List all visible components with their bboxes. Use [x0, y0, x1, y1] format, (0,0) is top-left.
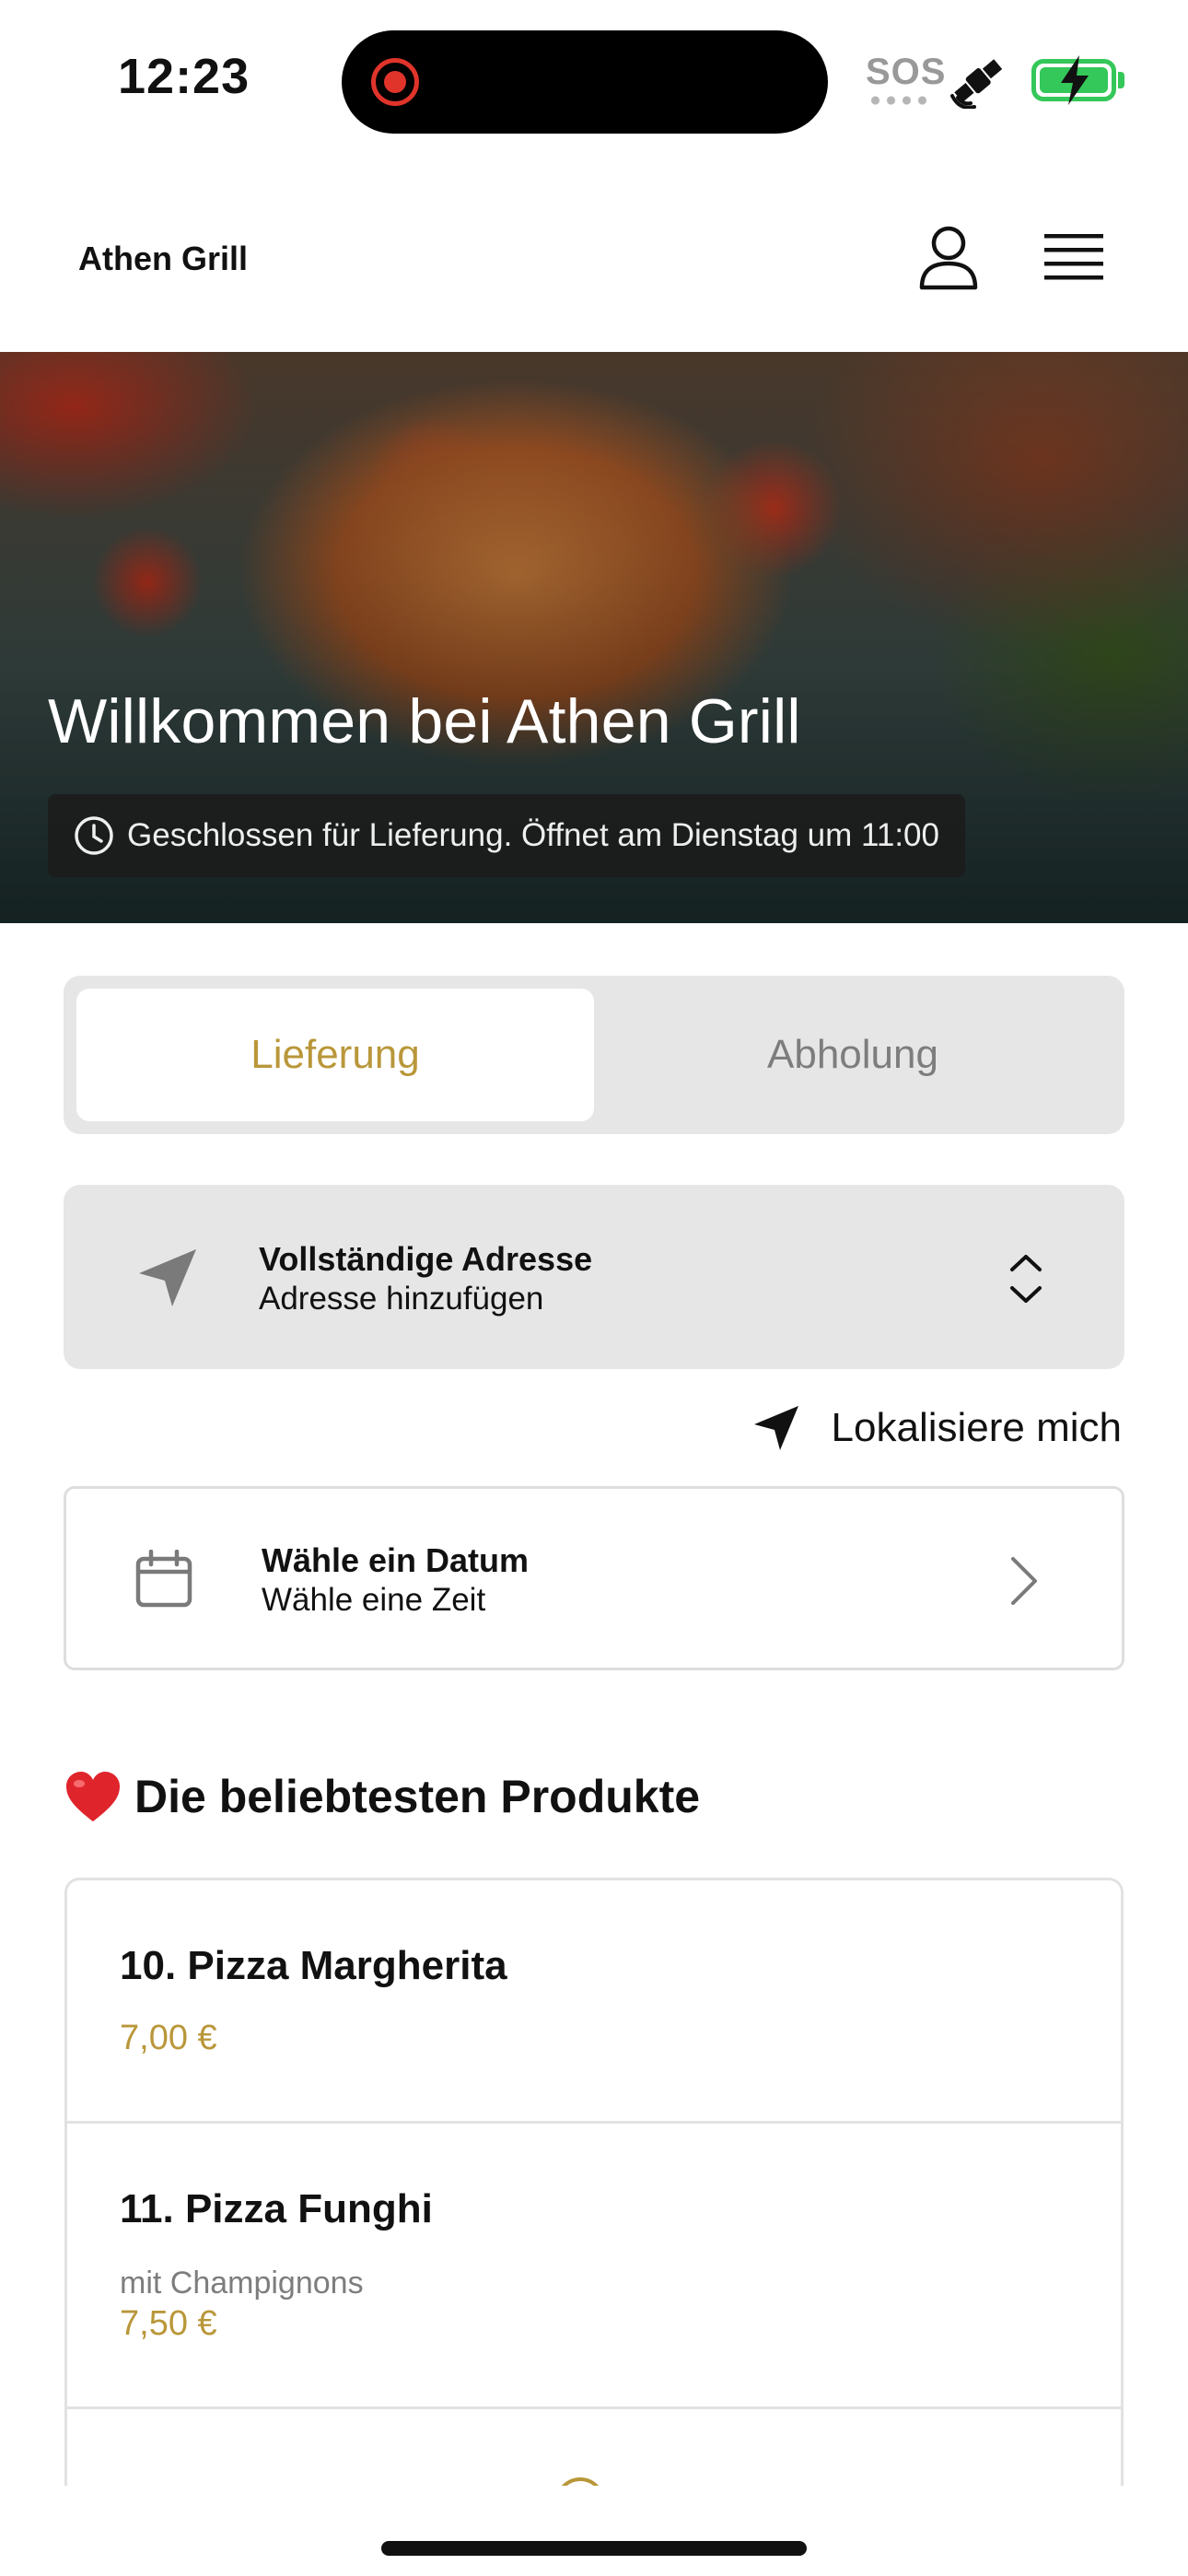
product-name: 10. Pizza Margherita: [120, 1943, 507, 1988]
order-mode-toggle: Lieferung Abholung: [64, 976, 1124, 1134]
sos-label: SOS: [866, 52, 947, 92]
dynamic-island: [342, 30, 828, 134]
menu-icon[interactable]: [1041, 230, 1107, 286]
tab-pickup[interactable]: Abholung: [594, 989, 1112, 1121]
battery-tip: [1118, 72, 1124, 88]
loading-spinner-icon: [555, 2477, 605, 2486]
screen-recording-icon: [371, 58, 419, 106]
date-time-selector[interactable]: Wähle ein Datum Wähle eine Zeit: [64, 1486, 1124, 1670]
address-title: Vollständige Adresse: [259, 1240, 593, 1278]
opening-status-badge: Geschlossen für Lieferung. Öffnet am Die…: [48, 794, 965, 877]
charging-bolt-icon: [1061, 55, 1089, 105]
clock-icon: [75, 816, 113, 855]
user-icon[interactable]: [916, 225, 981, 291]
product-card[interactable]: 11. Pizza Funghi mit Champignons 7,50 €: [67, 2124, 1121, 2409]
locate-me-button[interactable]: Lokalisiere mich: [752, 1399, 1122, 1458]
date-title: Wähle ein Datum: [262, 1541, 530, 1579]
product-description: mit Champignons: [120, 2266, 364, 2301]
time-subtitle: Wähle eine Zeit: [262, 1582, 486, 1618]
product-price: 7,00 €: [120, 2019, 217, 2057]
popular-products-list: 10. Pizza Margherita 7,00 € 11. Pizza Fu…: [64, 1878, 1124, 2486]
locate-me-label: Lokalisiere mich: [831, 1405, 1122, 1450]
heart-icon: [66, 1772, 120, 1821]
chevron-up-down-icon: [1010, 1255, 1042, 1303]
product-price: 7,50 €: [120, 2304, 217, 2343]
product-card[interactable]: 10. Pizza Margherita 7,00 €: [67, 1880, 1121, 2124]
chevron-right-icon: [1011, 1557, 1037, 1605]
popular-products-heading: Die beliebtesten Produkte: [64, 1766, 700, 1827]
home-indicator[interactable]: [381, 2541, 807, 2556]
opening-status-text: Geschlossen für Lieferung. Öffnet am Die…: [127, 817, 939, 853]
status-bar: 12:23 SOS: [0, 0, 1188, 157]
address-selector[interactable]: Vollständige Adresse Adresse hinzufügen: [64, 1185, 1124, 1369]
hero-title: Willkommen bei Athen Grill: [48, 686, 801, 756]
tab-delivery[interactable]: Lieferung: [76, 989, 594, 1121]
brand-name[interactable]: Athen Grill: [78, 240, 248, 278]
hero-banner: Willkommen bei Athen Grill Geschlossen f…: [0, 352, 1188, 923]
calendar-icon: [135, 1550, 192, 1608]
address-subtitle: Adresse hinzufügen: [259, 1281, 544, 1317]
satellite-icon: [950, 59, 1003, 109]
product-name: 11. Pizza Funghi: [120, 2186, 433, 2231]
app-header: Athen Grill: [0, 157, 1188, 352]
status-time: 12:23: [118, 49, 250, 104]
sos-signal-dots: [868, 96, 932, 105]
location-arrow-icon: [139, 1249, 196, 1306]
popular-products-title: Die beliebtesten Produkte: [134, 1771, 701, 1822]
location-arrow-icon: [753, 1406, 798, 1450]
